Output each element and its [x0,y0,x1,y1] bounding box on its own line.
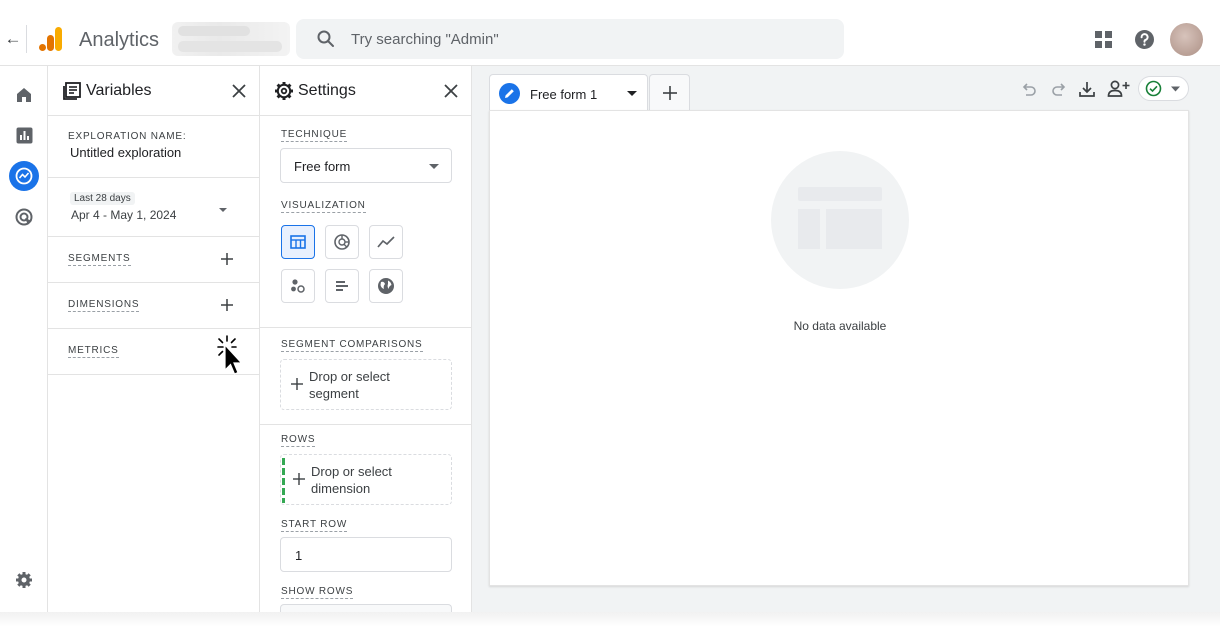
rows-drop-zone[interactable]: Drop or select dimension [280,454,452,505]
pencil-icon [499,83,520,104]
avatar[interactable] [1170,23,1203,56]
share-user-icon[interactable] [1107,79,1131,99]
segments-row: SEGMENTS [48,237,259,283]
donut-chart-icon [334,234,350,250]
rows-drop-text: Drop or select dimension [311,464,392,496]
redo-icon[interactable] [1049,79,1069,99]
add-tab-button[interactable] [649,74,690,110]
geo-map-icon [378,278,394,294]
plus-icon [291,378,303,390]
tab-label: Free form 1 [530,87,598,102]
divider [260,424,472,425]
exploration-name-input[interactable]: Untitled exploration [70,145,181,160]
dimensions-row: DIMENSIONS [48,283,259,329]
viz-donut-button[interactable] [325,225,359,259]
close-icon[interactable] [441,81,461,101]
segment-drop-zone[interactable]: Drop or select segment [280,359,452,410]
advertising-icon[interactable] [10,203,38,231]
caret-down-icon [1171,86,1180,92]
exploration-name-label: EXPLORATION NAME: [68,131,187,142]
variables-header: Variables [48,66,259,116]
show-rows-label: SHOW ROWS [281,586,354,599]
add-segment-plus-icon[interactable] [218,250,236,268]
gear-icon [275,82,293,100]
empty-state-text: No data available [793,319,887,333]
caret-down-icon [429,164,439,169]
help-icon[interactable] [1134,29,1155,50]
search-placeholder: Try searching "Admin" [351,31,499,48]
settings-header: Settings [260,66,471,116]
window-bottom-edge [0,612,1220,627]
caret-down-icon[interactable] [627,90,637,97]
account-selector[interactable] [172,22,290,56]
visualization-label: VISUALIZATION [281,200,366,213]
back-arrow-icon[interactable]: ← [4,28,22,50]
search-icon [317,30,334,47]
metrics-label: METRICS [68,345,119,358]
plus-icon [293,473,305,485]
variables-title: Variables [86,82,152,99]
viz-table-button[interactable] [281,225,315,259]
search-bar[interactable]: Try searching "Admin" [296,19,844,59]
top-bar: ← Analytics Try searching "Admin" [0,0,1220,66]
close-icon[interactable] [229,81,249,101]
table-icon [290,235,306,249]
plus-icon [662,85,677,100]
date-range-text: Apr 4 - May 1, 2024 [71,208,177,222]
divider [260,327,472,328]
apps-grid-icon[interactable] [1094,30,1113,49]
caret-down-icon[interactable] [219,206,227,214]
download-icon[interactable] [1077,79,1097,99]
exploration-canvas: No data available [489,110,1189,586]
analytics-logo[interactable] [38,26,64,52]
bar-chart-icon [336,281,348,291]
rows-label: ROWS [281,434,316,447]
left-nav-rail [0,66,48,614]
rows-drop-marker [282,458,285,503]
gear-icon[interactable] [10,566,38,594]
explore-icon[interactable] [9,161,39,191]
date-range-picker[interactable]: Last 28 days Apr 4 - May 1, 2024 [48,178,259,237]
variables-icon [63,82,81,100]
settings-panel: Settings TECHNIQUE Free form VISUALIZATI… [260,66,472,624]
line-chart-icon [377,236,395,248]
viz-scatter-button[interactable] [281,269,315,303]
undo-icon[interactable] [1019,79,1039,99]
dimensions-label: DIMENSIONS [68,299,140,312]
start-row-input[interactable]: 1 [280,537,452,572]
technique-label: TECHNIQUE [281,129,348,142]
app-title: Analytics [79,29,160,51]
divider [26,25,27,53]
tab-free-form-1[interactable]: Free form 1 [489,74,648,110]
start-row-value: 1 [295,548,303,563]
date-preset-chip: Last 28 days [70,192,135,205]
empty-table-illustration [771,151,909,289]
segments-label: SEGMENTS [68,253,131,266]
segment-comparisons-label: SEGMENT COMPARISONS [281,339,423,352]
viz-bar-button[interactable] [325,269,359,303]
add-dimension-plus-icon[interactable] [218,296,236,314]
start-row-label: START ROW [281,519,348,532]
settings-title: Settings [298,82,356,99]
viz-geo-button[interactable] [369,269,403,303]
reports-icon[interactable] [10,121,38,149]
technique-value: Free form [294,159,351,174]
status-menu-button[interactable] [1138,76,1189,101]
check-circle-icon [1145,80,1162,97]
mouse-pointer-icon [217,335,243,375]
technique-select[interactable]: Free form [280,148,452,183]
scatter-icon [291,279,305,293]
home-icon[interactable] [10,81,38,109]
viz-line-button[interactable] [369,225,403,259]
exploration-name-section: EXPLORATION NAME: Untitled exploration [48,116,259,178]
segment-drop-text: Drop or select segment [309,369,390,401]
